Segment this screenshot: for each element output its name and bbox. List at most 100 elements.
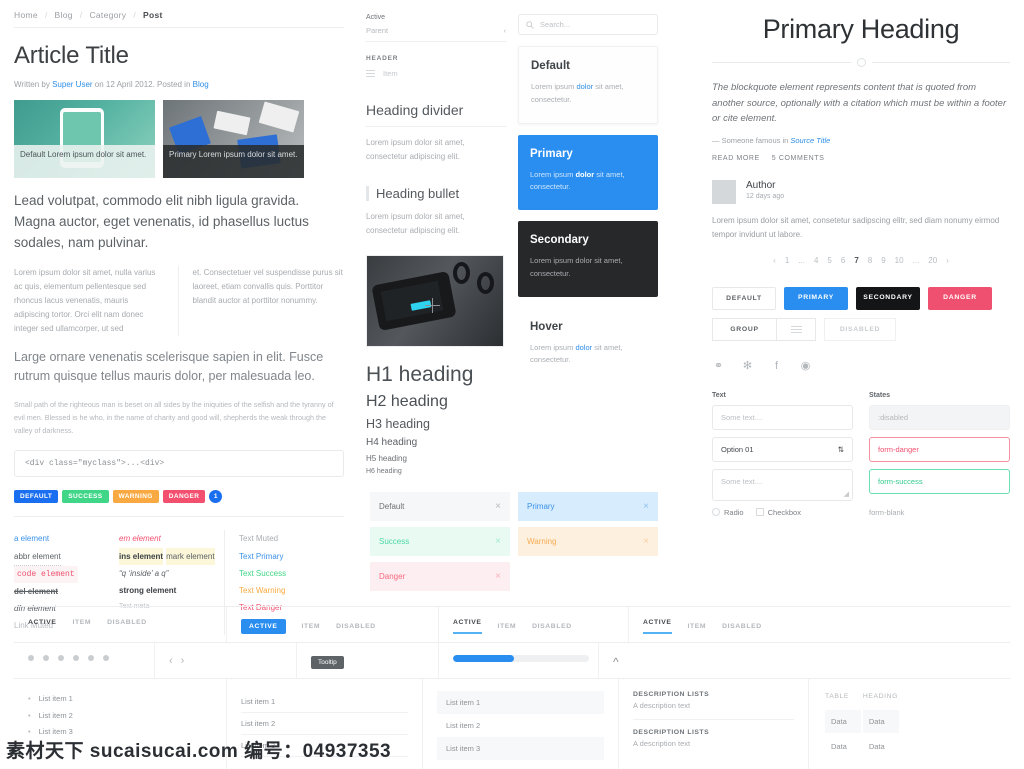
- primary-button[interactable]: PRIMARY: [784, 287, 848, 311]
- textarea-input[interactable]: Some text.... ◢: [712, 469, 853, 502]
- alert-label: Default: [379, 502, 405, 511]
- pagination-prev[interactable]: ‹: [773, 256, 776, 265]
- tab-active[interactable]: ACTIVE: [453, 619, 482, 634]
- facebook-icon[interactable]: f: [770, 359, 783, 372]
- pill-item[interactable]: ITEM: [302, 623, 321, 630]
- card-default[interactable]: Default Lorem ipsum dolor sit amet, cons…: [518, 46, 658, 124]
- collapse-cell: ^: [598, 643, 1010, 678]
- alert-success[interactable]: Success ×: [370, 527, 510, 556]
- heading-h6: H6 heading: [366, 468, 402, 475]
- card-secondary[interactable]: Secondary Lorem ipsum dolor sit amet, co…: [518, 221, 658, 297]
- form-states-column: States :disabled form-danger form-succes…: [869, 392, 1010, 531]
- nav-item[interactable]: Item: [366, 69, 506, 78]
- pagination-page-4[interactable]: 4: [814, 256, 818, 265]
- alert-default[interactable]: Default ×: [370, 492, 510, 521]
- twitter-icon[interactable]: ✻: [741, 359, 754, 372]
- search-field[interactable]: Search...: [518, 14, 658, 35]
- article-sub-lead: Large ornare venenatis scelerisque sapie…: [14, 349, 324, 384]
- list-icon: [366, 70, 375, 77]
- default-button[interactable]: DEFAULT: [712, 287, 776, 311]
- nav-parent-item[interactable]: Parent ‹: [366, 26, 506, 42]
- media-thumbnail[interactable]: [366, 255, 504, 347]
- carousel-dot[interactable]: [28, 655, 34, 661]
- pagination-page-1[interactable]: 1: [785, 256, 789, 265]
- chevron-right-icon[interactable]: ›: [181, 655, 185, 667]
- carousel-dot[interactable]: [73, 655, 79, 661]
- close-icon[interactable]: ×: [495, 501, 501, 512]
- dribbble-icon[interactable]: ◉: [799, 359, 812, 372]
- breadcrumb-item-category[interactable]: Category: [89, 10, 126, 20]
- pagination-page-10[interactable]: 10: [895, 256, 904, 265]
- carousel-dot[interactable]: [103, 655, 109, 661]
- read-more-link[interactable]: READ MORE: [712, 155, 760, 162]
- tab-item[interactable]: ITEM: [688, 623, 707, 630]
- close-icon[interactable]: ×: [643, 501, 649, 512]
- pagination-page-5[interactable]: 5: [827, 256, 831, 265]
- card-body-link[interactable]: dolor: [576, 82, 593, 91]
- pagination-next[interactable]: ›: [946, 256, 949, 265]
- thumbnail-default[interactable]: Default Lorem ipsum dolor sit amet.: [14, 100, 155, 178]
- tab-item[interactable]: ITEM: [73, 619, 92, 626]
- chevron-up-icon[interactable]: ^: [613, 655, 619, 669]
- badge-row: DEFAULT SUCCESS WARNING DANGER 1: [14, 490, 344, 518]
- alert-danger[interactable]: Danger ×: [370, 562, 510, 591]
- checkbox-option[interactable]: Checkbox: [755, 508, 801, 517]
- thumbnail-primary[interactable]: Primary Lorem ipsum dolor sit amet.: [163, 100, 304, 178]
- card-title: Default: [531, 60, 570, 72]
- pagination-page-8[interactable]: 8: [868, 256, 872, 265]
- pagination-page-7-active[interactable]: 7: [854, 256, 858, 265]
- element-a[interactable]: a element: [14, 530, 119, 547]
- pagination-page-6[interactable]: 6: [841, 256, 845, 265]
- divider-line: [871, 62, 1010, 63]
- tab-active[interactable]: ACTIVE: [643, 619, 672, 634]
- byline-author-link[interactable]: Super User: [52, 80, 92, 89]
- card-body-link[interactable]: dolor: [575, 170, 594, 179]
- chevron-left-icon[interactable]: ‹: [169, 655, 173, 667]
- secondary-button[interactable]: SECONDARY: [856, 287, 920, 311]
- card-title: Secondary: [530, 234, 589, 246]
- pagination-page-20[interactable]: 20: [928, 256, 937, 265]
- blank-input[interactable]: form-blank: [869, 501, 1010, 525]
- comments-count-link[interactable]: 5 COMMENTS: [772, 155, 825, 162]
- card-body-pre: Lorem ipsum: [530, 342, 576, 352]
- breadcrumb-item-blog[interactable]: Blog: [55, 10, 73, 20]
- earbud-shape: [477, 272, 494, 294]
- alert-primary[interactable]: Primary ×: [518, 492, 658, 521]
- close-icon[interactable]: ×: [643, 536, 649, 547]
- carousel-dot[interactable]: [43, 655, 49, 661]
- tab-active[interactable]: ACTIVE: [28, 619, 57, 626]
- success-input[interactable]: form-success: [869, 469, 1010, 495]
- radio-option[interactable]: Radio: [712, 508, 744, 517]
- select-input[interactable]: Option 01 ⇅: [712, 437, 853, 463]
- blockquote-citation: — Someone famous in Source Title: [712, 136, 1010, 145]
- danger-button[interactable]: DANGER: [928, 287, 992, 311]
- article-byline: Written by Super User on 12 April 2012. …: [14, 80, 344, 89]
- carousel-dot[interactable]: [88, 655, 94, 661]
- byline-category-link[interactable]: Blog: [193, 80, 209, 89]
- alert-label: Danger: [379, 572, 406, 581]
- card-body: Lorem ipsum dolor sit amet, consectetur.: [530, 342, 646, 368]
- card-hover[interactable]: Hover Lorem ipsum dolor sit amet, consec…: [518, 307, 658, 383]
- pagination-ellipsis: ...: [798, 256, 805, 266]
- close-icon[interactable]: ×: [495, 571, 501, 582]
- group-button[interactable]: GROUP: [712, 318, 776, 342]
- nav-item-label: Item: [383, 69, 398, 78]
- card-primary[interactable]: Primary Lorem ipsum dolor sit amet, cons…: [518, 134, 658, 210]
- pill-active[interactable]: ACTIVE: [241, 619, 286, 634]
- breadcrumb-item-home[interactable]: Home: [14, 10, 38, 20]
- pagination-page-9[interactable]: 9: [881, 256, 885, 265]
- card-body-link[interactable]: dolor: [575, 343, 592, 352]
- choice-row: Radio Checkbox: [712, 508, 853, 517]
- github-icon[interactable]: ⚭: [712, 359, 725, 372]
- danger-input[interactable]: form-danger: [869, 437, 1010, 463]
- alert-warning[interactable]: Warning ×: [518, 527, 658, 556]
- group-list-button[interactable]: [776, 318, 816, 342]
- tab-item[interactable]: ITEM: [498, 623, 517, 630]
- resize-grip-icon[interactable]: ◢: [844, 490, 849, 498]
- text-input[interactable]: Some text....: [712, 405, 853, 431]
- search-input[interactable]: Search...: [540, 20, 570, 29]
- carousel-dot[interactable]: [58, 655, 64, 661]
- citation-source-link[interactable]: Source Title: [790, 136, 830, 145]
- badge-default: DEFAULT: [14, 490, 59, 504]
- close-icon[interactable]: ×: [495, 536, 501, 547]
